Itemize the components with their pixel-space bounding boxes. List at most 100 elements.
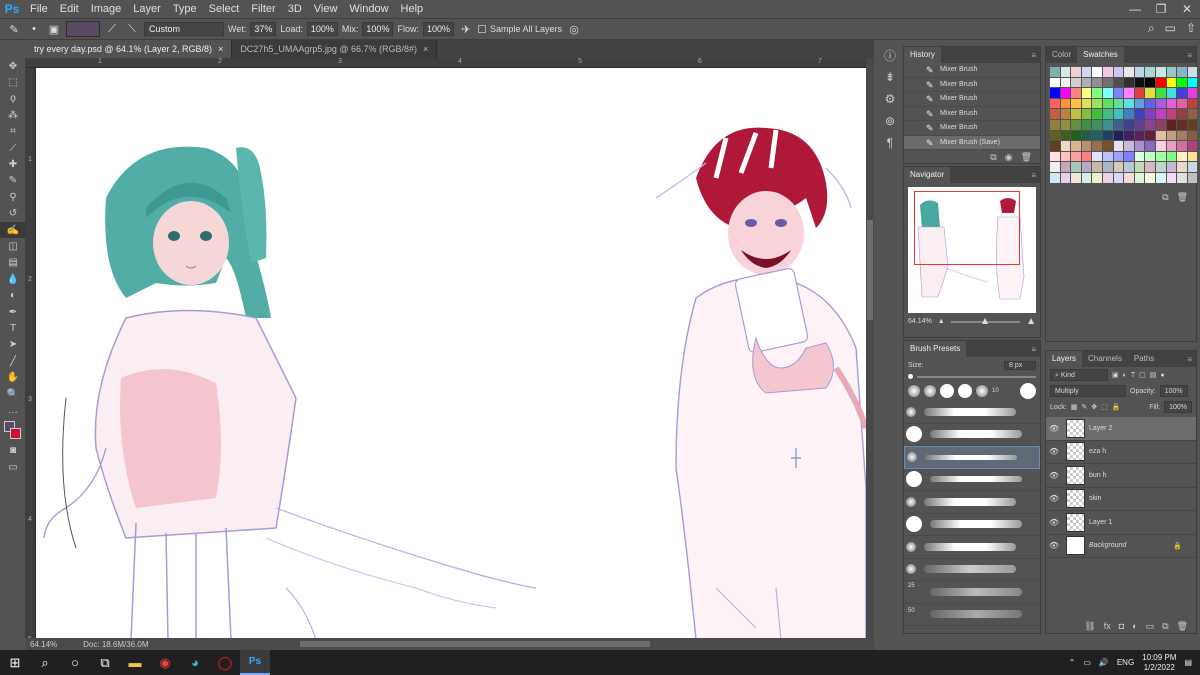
color-swatch[interactable]: [1166, 151, 1177, 162]
color-swatch[interactable]: [1113, 98, 1124, 109]
search-icon[interactable]: ⌕: [1148, 21, 1155, 36]
screen-mode-icon[interactable]: ▭: [0, 459, 26, 475]
pressure-icon[interactable]: ◎: [566, 21, 582, 37]
color-swatch[interactable]: [1166, 119, 1177, 130]
color-swatch[interactable]: [1166, 162, 1177, 172]
navigator-zoom[interactable]: 64.14%: [908, 318, 932, 325]
color-swatch[interactable]: [1102, 172, 1113, 183]
color-swatch[interactable]: [1113, 130, 1124, 141]
color-swatch[interactable]: [1071, 109, 1081, 119]
current-brush-load-swatch[interactable]: [66, 21, 100, 37]
color-swatch[interactable]: [1134, 109, 1145, 119]
color-swatch[interactable]: [1050, 98, 1060, 109]
filter-toggle-icon[interactable]: ●: [1160, 372, 1164, 379]
color-swatch[interactable]: [1124, 88, 1134, 98]
brush-size-field[interactable]: 8 px: [1004, 361, 1036, 370]
color-swatch[interactable]: [1145, 141, 1155, 151]
color-swatch[interactable]: [1071, 98, 1081, 109]
color-swatch[interactable]: [1166, 172, 1177, 183]
lock-all-icon[interactable]: 🔒: [1112, 403, 1121, 411]
tab-layers[interactable]: Layers: [1046, 351, 1083, 367]
color-swatch[interactable]: [1155, 109, 1166, 119]
color-swatch[interactable]: [1113, 109, 1124, 119]
color-swatch[interactable]: [1081, 88, 1092, 98]
trash-icon[interactable]: 🗑: [1021, 152, 1032, 163]
zoom-in-icon[interactable]: ▲: [1026, 316, 1036, 327]
brush-preset-item[interactable]: [904, 514, 1040, 536]
speaker-icon[interactable]: 🔊: [1099, 658, 1109, 667]
color-swatch[interactable]: [1187, 162, 1198, 172]
close-button[interactable]: ✕: [1174, 0, 1200, 18]
color-swatch[interactable]: [1134, 151, 1145, 162]
minimize-button[interactable]: —: [1122, 0, 1148, 18]
color-swatch[interactable]: [1155, 119, 1166, 130]
chrome-icon[interactable]: ◉: [150, 650, 180, 675]
new-document-from-state-icon[interactable]: ⧉: [990, 152, 996, 163]
visibility-eye-icon[interactable]: 👁: [1046, 424, 1062, 433]
color-swatch[interactable]: [1071, 141, 1081, 151]
character-icon[interactable]: ¶: [878, 132, 902, 154]
color-swatch[interactable]: [1050, 109, 1060, 119]
new-layer-icon[interactable]: ⧉: [1162, 621, 1168, 632]
panel-menu-icon[interactable]: ≡: [1031, 171, 1040, 180]
color-swatch[interactable]: [1177, 119, 1187, 130]
menu-image[interactable]: Image: [85, 3, 128, 15]
tab-channels[interactable]: Channels: [1082, 351, 1128, 367]
eraser-tool-icon[interactable]: ◫: [0, 238, 26, 254]
color-swatch[interactable]: [1124, 172, 1134, 183]
color-swatch[interactable]: [1134, 119, 1145, 130]
blur-tool-icon[interactable]: 💧: [0, 271, 26, 287]
hand-tool-icon[interactable]: ✋: [0, 369, 26, 385]
marquee-tool-icon[interactable]: ⬚: [0, 74, 26, 90]
photoshop-taskbar-icon[interactable]: Ps: [240, 650, 270, 675]
color-swatch[interactable]: [1092, 67, 1102, 77]
visibility-eye-icon[interactable]: 👁: [1046, 541, 1062, 550]
clock[interactable]: 10:09 PM 1/2/2022: [1142, 653, 1176, 673]
menu-select[interactable]: Select: [203, 3, 246, 15]
brush-preset-item[interactable]: [904, 469, 1040, 491]
history-brush-tool-icon[interactable]: ↺: [0, 206, 26, 222]
color-swatch[interactable]: [1187, 77, 1198, 88]
panel-menu-icon[interactable]: ≡: [1187, 51, 1196, 60]
color-swatch[interactable]: [1124, 119, 1134, 130]
network-icon[interactable]: ▭: [1083, 658, 1091, 667]
quick-mask-icon[interactable]: ◙: [0, 443, 26, 459]
color-swatch[interactable]: [1050, 162, 1060, 172]
history-state[interactable]: Mixer Brush (Save): [904, 135, 1040, 150]
color-swatch[interactable]: [1102, 151, 1113, 162]
layer-row[interactable]: 👁 skin: [1046, 488, 1196, 511]
layer-thumbnail[interactable]: [1066, 418, 1085, 438]
color-swatch[interactable]: [1071, 172, 1081, 183]
color-swatch[interactable]: [1145, 77, 1155, 88]
edge-icon[interactable]: ◕: [180, 650, 210, 675]
color-swatch[interactable]: [1081, 130, 1092, 141]
color-swatch[interactable]: [1177, 67, 1187, 77]
color-swatch[interactable]: [1155, 172, 1166, 183]
zoom-level[interactable]: 64.14%: [30, 640, 57, 649]
trash-icon[interactable]: 🗑: [1177, 192, 1188, 203]
color-swatch[interactable]: [1071, 77, 1081, 88]
brush-preset-item[interactable]: [904, 491, 1040, 514]
color-swatch[interactable]: [1124, 67, 1134, 77]
menu-type[interactable]: Type: [167, 3, 203, 15]
color-swatch[interactable]: [1092, 141, 1102, 151]
color-swatch[interactable]: [1071, 119, 1081, 130]
visibility-eye-icon[interactable]: 👁: [1046, 494, 1062, 503]
menu-3d[interactable]: 3D: [282, 3, 308, 15]
crop-tool-icon[interactable]: ⌗: [0, 124, 26, 140]
opera-icon[interactable]: ◯: [210, 650, 240, 675]
color-swatch[interactable]: [1177, 162, 1187, 172]
load-field[interactable]: 100%: [306, 22, 338, 36]
color-swatch[interactable]: [1124, 162, 1134, 172]
color-swatch[interactable]: [1050, 67, 1060, 77]
language-indicator[interactable]: ENG: [1117, 658, 1134, 667]
color-swatch[interactable]: [1124, 77, 1134, 88]
brush-preset-item[interactable]: [904, 559, 1040, 581]
color-swatch[interactable]: [1092, 98, 1102, 109]
brush-panel-toggle-icon[interactable]: ▣: [46, 21, 62, 37]
snapshot-icon[interactable]: ◉: [1005, 152, 1013, 163]
color-swatch[interactable]: [1050, 77, 1060, 88]
color-swatch[interactable]: [1187, 172, 1198, 183]
workspace-icon[interactable]: ▭: [1165, 21, 1176, 36]
navigator-view-box[interactable]: [914, 191, 1020, 265]
